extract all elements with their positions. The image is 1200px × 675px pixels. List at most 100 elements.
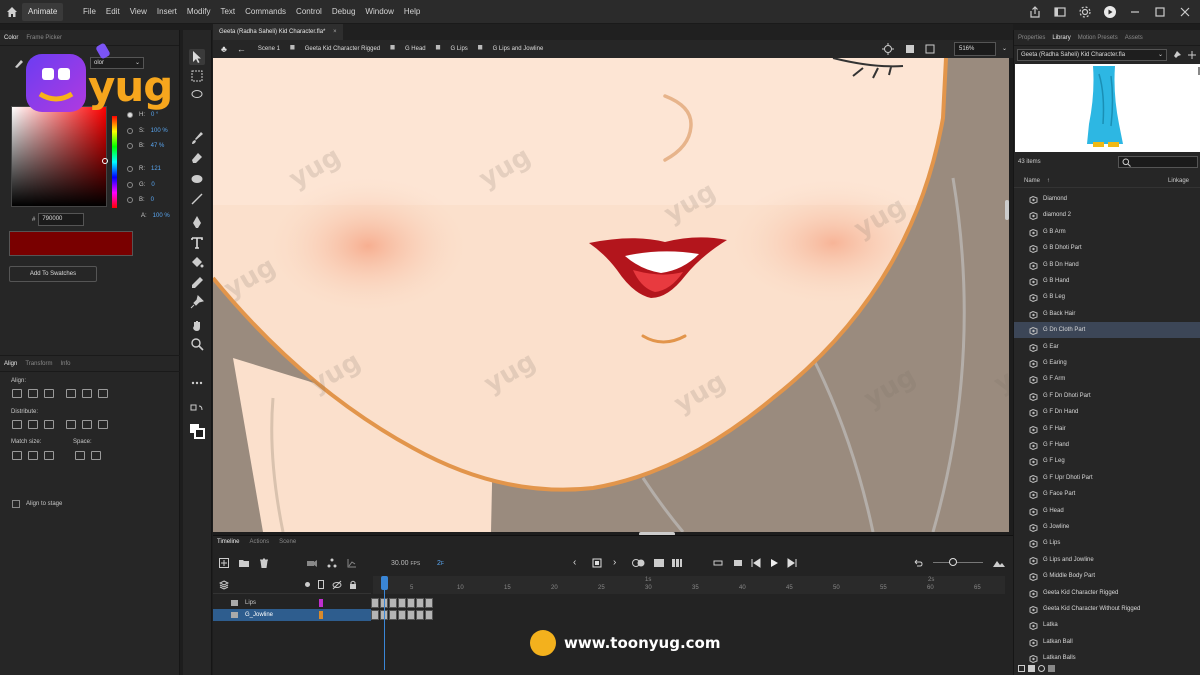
stage-canvas[interactable]: yug yug yug yug yug yug yug yug yug yug (213, 58, 1009, 532)
playhead[interactable] (381, 576, 388, 590)
pin-library-icon[interactable] (1172, 50, 1182, 60)
color-field-marker[interactable] (102, 158, 108, 164)
hide-all-icon[interactable] (332, 580, 342, 590)
color-field[interactable] (11, 106, 108, 207)
library-item[interactable]: Diamond (1014, 191, 1200, 207)
space-horizontal-icon[interactable] (91, 451, 101, 460)
tab-properties[interactable]: Properties (1018, 30, 1045, 45)
library-item[interactable]: G F Arm (1014, 371, 1200, 387)
frame-cell[interactable] (398, 610, 406, 620)
delete-item-icon[interactable] (1048, 665, 1055, 672)
breadcrumb-item[interactable]: Scene 1 (258, 46, 280, 52)
layer-color-swatch[interactable] (319, 611, 323, 619)
name-column[interactable]: Name ↑ (1024, 178, 1050, 184)
library-item[interactable]: G Face Part (1014, 486, 1200, 502)
space-vertical-icon[interactable] (75, 451, 85, 460)
frame-display[interactable]: 2F (437, 560, 444, 567)
app-label[interactable]: Animate (22, 3, 64, 21)
frame-cell[interactable] (371, 598, 379, 608)
library-item[interactable]: G B Dn Hand (1014, 257, 1200, 273)
layer-name[interactable]: G_Jowline (245, 609, 273, 621)
frame-cell[interactable] (398, 598, 406, 608)
mountain-icon[interactable] (993, 558, 1005, 568)
more-tools-icon[interactable] (189, 375, 205, 391)
match-both-icon[interactable] (44, 451, 54, 460)
library-item[interactable]: G Middle Body Part (1014, 568, 1200, 584)
distribute-left-icon[interactable] (66, 420, 76, 429)
fit-stage-icon[interactable] (924, 43, 936, 55)
maximize-icon[interactable] (1153, 5, 1167, 19)
undo-icon[interactable] (913, 558, 923, 568)
hex-input[interactable]: 790000 (38, 213, 85, 226)
library-item[interactable]: G Lips and Jowline (1014, 552, 1200, 568)
linkage-column[interactable]: Linkage (1168, 178, 1189, 184)
library-item[interactable]: G B Dhoti Part (1014, 240, 1200, 256)
tab-timeline[interactable]: Timeline (217, 539, 239, 545)
minimize-icon[interactable] (1128, 5, 1142, 19)
breadcrumb-item[interactable]: Geeta Kid Character Rigged (305, 46, 380, 52)
next-keyframe-icon[interactable]: › (613, 557, 623, 569)
align-bottom-icon[interactable] (98, 389, 108, 398)
lock-all-icon[interactable] (348, 580, 358, 590)
align-hcenter-icon[interactable] (28, 389, 38, 398)
tab-align[interactable]: Align (4, 356, 17, 371)
align-to-stage-toggle[interactable]: Align to stage (12, 500, 62, 508)
align-top-icon[interactable] (66, 389, 76, 398)
fps-display[interactable]: 30.00 FPS (391, 560, 420, 567)
fill-stroke-color-icon[interactable] (189, 423, 205, 439)
breadcrumb-item[interactable]: G Lips (450, 46, 467, 52)
tab-motion-presets[interactable]: Motion Presets (1078, 30, 1118, 45)
close-icon[interactable] (1178, 5, 1192, 19)
loop-icon[interactable] (713, 558, 723, 568)
document-tab[interactable]: Geeta (Radha Saheli) Kid Character.fla* … (213, 24, 343, 40)
new-library-folder-icon[interactable] (1028, 665, 1035, 672)
subselection-tool-icon[interactable] (189, 68, 205, 84)
close-tab-icon[interactable]: × (333, 29, 337, 35)
play-test-icon[interactable] (1103, 5, 1117, 19)
tab-assets[interactable]: Assets (1125, 30, 1143, 45)
selection-tool-icon[interactable] (189, 49, 205, 65)
camera-icon[interactable] (307, 558, 317, 568)
menu-debug[interactable]: Debug (327, 0, 361, 24)
library-item[interactable]: G Dn Cloth Part (1014, 322, 1200, 339)
green-radio[interactable] (127, 182, 133, 188)
insert-keyframe-icon[interactable] (733, 558, 743, 568)
menu-insert[interactable]: Insert (152, 0, 182, 24)
layer-row[interactable]: Lips (213, 597, 371, 609)
align-to-stage-checkbox[interactable] (12, 500, 20, 508)
library-item[interactable]: Geeta Kid Character Rigged (1014, 585, 1200, 601)
swap-colors-icon[interactable] (189, 403, 205, 419)
new-folder-icon[interactable] (239, 558, 249, 568)
library-item[interactable]: G Head (1014, 503, 1200, 519)
menu-edit[interactable]: Edit (101, 0, 125, 24)
frame-cell[interactable] (416, 598, 424, 608)
library-item[interactable]: Latka (1014, 617, 1200, 633)
library-item[interactable]: G F Hand (1014, 437, 1200, 453)
eyedropper-tool-icon[interactable] (189, 275, 205, 291)
outline-all-icon[interactable] (318, 580, 324, 589)
hue-slider[interactable] (112, 116, 117, 208)
center-stage-icon[interactable] (882, 43, 894, 55)
align-left-icon[interactable] (12, 389, 22, 398)
menu-control[interactable]: Control (291, 0, 327, 24)
menu-help[interactable]: Help (399, 0, 425, 24)
graph-icon[interactable] (347, 558, 357, 568)
new-library-icon[interactable] (1187, 50, 1197, 60)
library-item[interactable]: Latkan Balls (1014, 650, 1200, 666)
frame-cell[interactable] (407, 610, 415, 620)
library-item[interactable]: G B Hand (1014, 273, 1200, 289)
step-forward-icon[interactable] (787, 558, 797, 568)
distribute-right-icon[interactable] (98, 420, 108, 429)
clip-content-icon[interactable] (904, 43, 916, 55)
frame-cell[interactable] (371, 610, 379, 620)
library-properties-icon[interactable] (1038, 665, 1045, 672)
library-item[interactable]: G F Dn Dhoti Part (1014, 388, 1200, 404)
layer-color-swatch[interactable] (319, 599, 323, 607)
onion-skin-icon[interactable] (632, 558, 646, 568)
eraser-tool-icon[interactable] (189, 150, 205, 166)
frame-ruler[interactable]: 5 10 15 20 25 30 35 40 45 50 55 60 65 1s 2s (373, 576, 1005, 594)
red-radio[interactable] (127, 166, 133, 172)
distribute-top-icon[interactable] (12, 420, 22, 429)
play-icon[interactable] (769, 558, 779, 568)
hand-tool-icon[interactable] (189, 318, 205, 334)
